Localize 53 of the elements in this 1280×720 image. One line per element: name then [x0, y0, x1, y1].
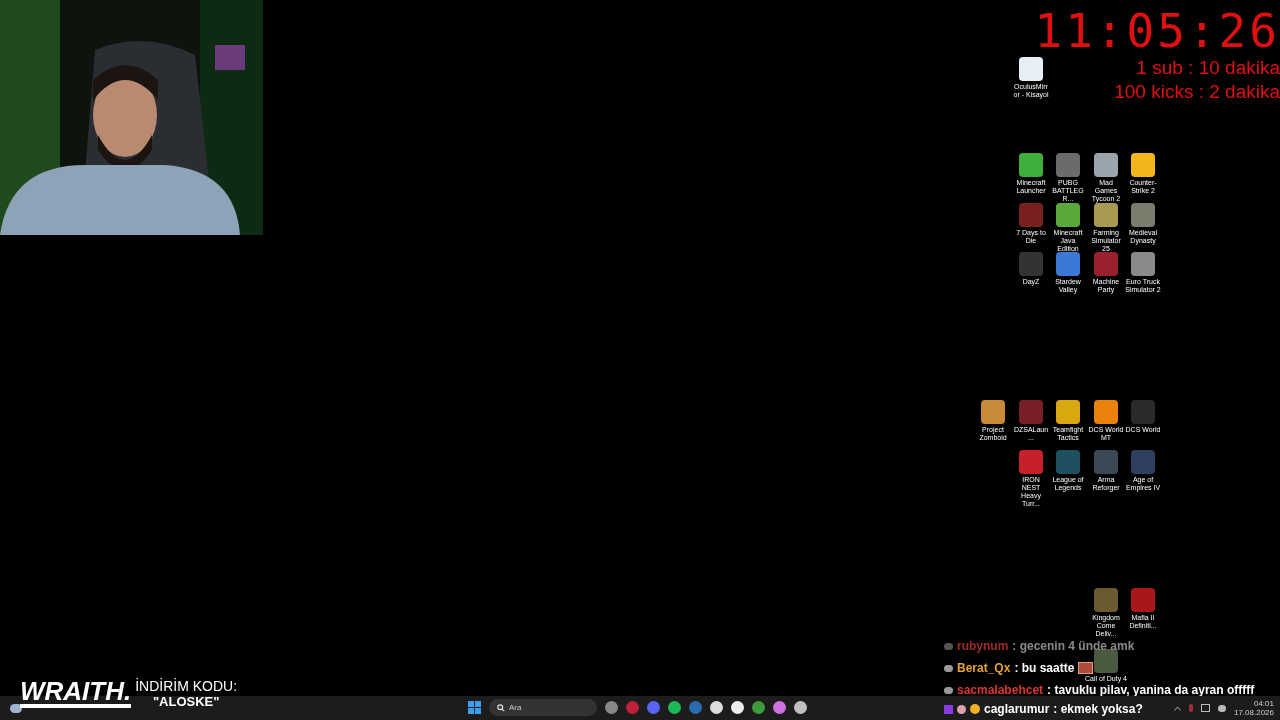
clock-time[interactable]: 04:01 — [1253, 699, 1274, 708]
app-icon[interactable] — [1094, 252, 1118, 276]
app-icon[interactable] — [1131, 252, 1155, 276]
taskbar-app-icon[interactable] — [668, 701, 681, 714]
app-icon[interactable] — [1094, 203, 1118, 227]
sponsor-logo: WRAITH. — [20, 678, 132, 708]
app-icon[interactable] — [1019, 400, 1043, 424]
app-icon[interactable] — [1131, 588, 1155, 612]
chat-username: caglarumur — [984, 701, 1050, 718]
badge-icon — [944, 642, 953, 650]
app-icon[interactable] — [1056, 252, 1080, 276]
countdown-timer: 11:05:26 — [1034, 6, 1280, 56]
app-icon[interactable] — [1056, 400, 1080, 424]
app-icon[interactable] — [1019, 203, 1043, 227]
app-icon[interactable] — [1131, 450, 1155, 474]
taskbar-app-icon[interactable] — [731, 701, 744, 714]
app-icon[interactable] — [1056, 203, 1080, 227]
app-icon[interactable] — [1019, 252, 1043, 276]
search-icon — [497, 703, 505, 712]
app-icon[interactable] — [1131, 153, 1155, 177]
chevron-icon[interactable] — [1173, 705, 1181, 711]
chat-username: Berat_Qx — [957, 661, 1011, 675]
app-icon[interactable] — [1019, 153, 1043, 177]
app-icon[interactable] — [1056, 153, 1080, 177]
chat-username: sacmalabehcet — [957, 683, 1044, 697]
taskbar-app-icon[interactable] — [773, 701, 786, 714]
timer-rule: 1 sub : 10 dakika — [1136, 56, 1280, 80]
promo-code: "ALOSKE" — [152, 694, 220, 709]
search-field[interactable]: Ara — [489, 699, 597, 716]
app-icon[interactable] — [1094, 450, 1118, 474]
chat-message: : bu saatte — [1014, 661, 1075, 675]
app-icon[interactable] — [1094, 588, 1118, 612]
badge-icon — [944, 664, 953, 672]
clock-date[interactable]: 17.08.2026 — [1233, 708, 1274, 717]
taskbar-app-icon[interactable] — [794, 701, 807, 714]
chat-message: : ekmek yoksa? — [1053, 701, 1143, 718]
app-icon[interactable] — [981, 400, 1005, 424]
app-icon[interactable] — [1131, 400, 1155, 424]
chat-message: : gecenin 4 ünde amk — [1012, 639, 1135, 653]
app-icon[interactable] — [1019, 57, 1043, 81]
app-icon[interactable] — [1094, 153, 1118, 177]
badge-icon — [944, 686, 953, 694]
windows-icon[interactable] — [468, 701, 481, 714]
app-icon[interactable] — [1094, 649, 1118, 673]
chat-username: rubynum — [957, 639, 1009, 653]
app-icon[interactable] — [1131, 203, 1155, 227]
app-icon[interactable] — [1094, 400, 1118, 424]
timer-rule: 100 kicks : 2 dakika — [1114, 80, 1280, 104]
chat-message: : tavuklu pilav, yanina da ayran offfff — [1047, 683, 1255, 697]
taskbar-app-icon[interactable] — [710, 701, 723, 714]
promo-caption: İNDİRİM KODU: — [135, 678, 238, 694]
app-icon[interactable] — [1019, 450, 1043, 474]
app-icon[interactable] — [1056, 450, 1080, 474]
